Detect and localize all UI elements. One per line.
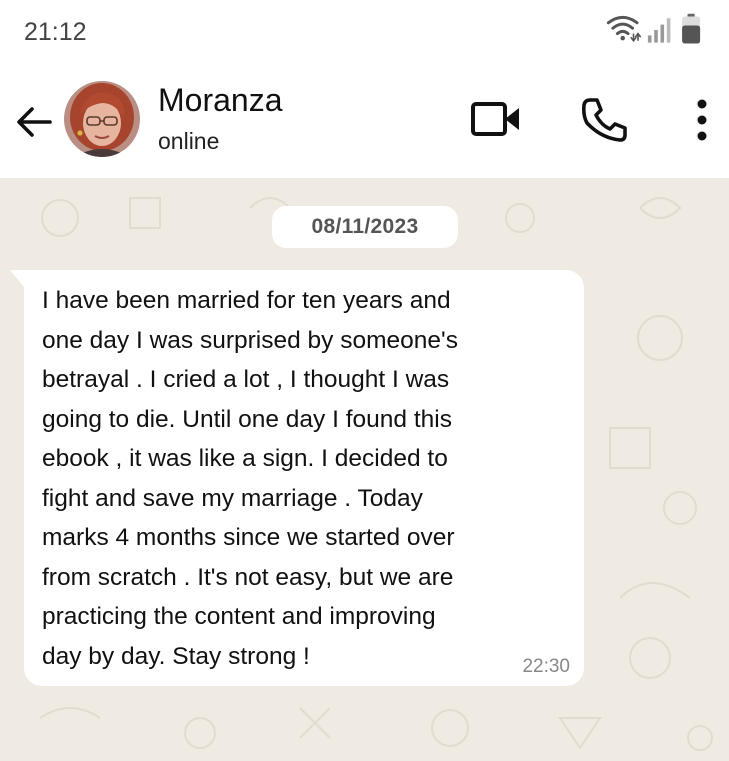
contact-name[interactable]: Moranza <box>158 82 283 119</box>
status-icons <box>606 13 701 44</box>
status-bar: 21:12 <box>0 0 729 66</box>
wifi-icon <box>606 15 642 43</box>
contact-status: online <box>158 128 220 154</box>
message-text: I have been married for ten years and on… <box>42 287 458 670</box>
date-chip: 08/11/2023 <box>272 206 458 248</box>
back-arrow-icon[interactable] <box>14 102 54 142</box>
video-call-icon[interactable] <box>470 98 522 140</box>
avatar[interactable] <box>64 81 140 157</box>
signal-icon <box>647 18 671 43</box>
chat-header: Moranza online <box>0 66 729 178</box>
more-vert-icon[interactable] <box>690 98 714 142</box>
message-bubble[interactable]: I have been married for ten years and on… <box>24 270 584 686</box>
status-time: 21:12 <box>24 18 87 46</box>
chat-area[interactable]: 08/11/2023 I have been married for ten y… <box>0 178 729 761</box>
message-timestamp: 22:30 <box>522 656 570 677</box>
phone-icon[interactable] <box>580 96 628 144</box>
battery-icon <box>682 13 701 44</box>
